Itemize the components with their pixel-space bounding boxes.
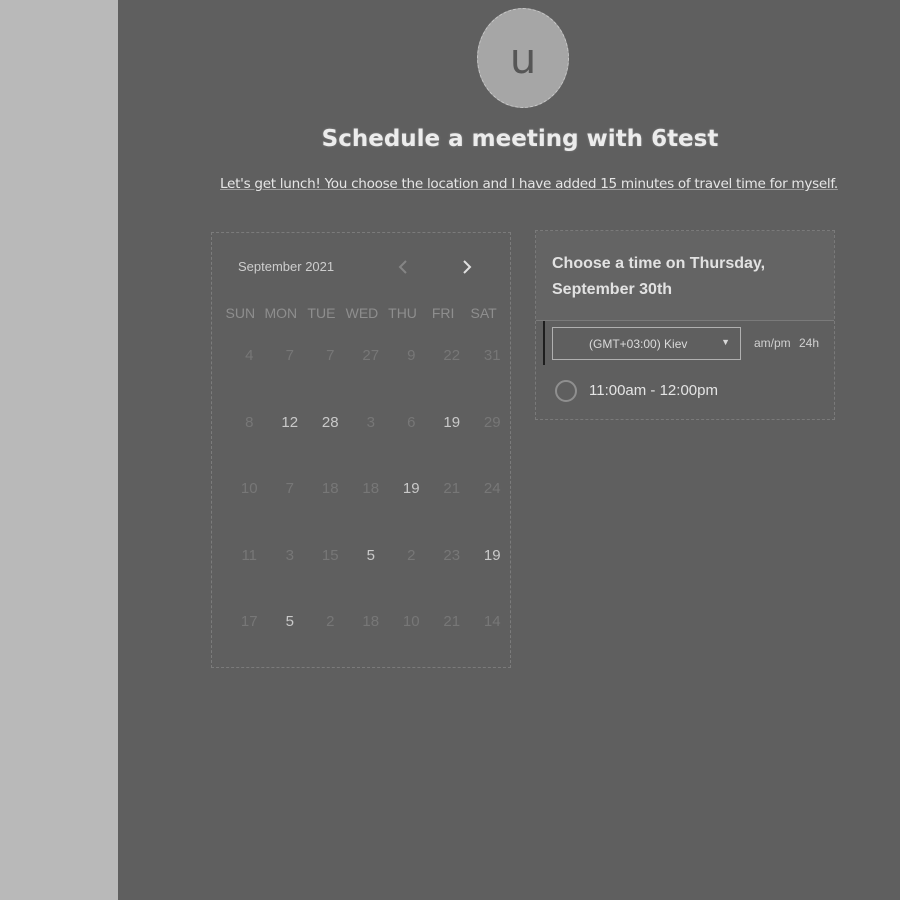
calendar-day: 17 (240, 613, 258, 630)
time-selection-panel: Choose a time on Thursday, September 30t… (535, 230, 835, 420)
calendar-day: 8 (245, 413, 254, 431)
calendar-day: 10 (402, 613, 420, 630)
time-slot-label[interactable]: 11:00am - 12:00pm (589, 382, 718, 399)
calendar-day: 22 (443, 347, 461, 364)
weekday-mon: MON (264, 305, 298, 321)
calendar-month-label: September 2021 (238, 259, 335, 274)
time-panel-header: Choose a time on Thursday, September 30t… (536, 231, 834, 321)
weekday-tue: TUE (307, 305, 336, 321)
text-cursor (543, 321, 545, 365)
weekday-thu: THU (388, 305, 417, 321)
page-subtitle: Let's get lunch! You choose the location… (220, 176, 838, 192)
calendar-day: 7 (285, 480, 294, 497)
format-ampm-toggle[interactable]: am/pm (754, 336, 791, 350)
calendar-day[interactable]: 12 (270, 408, 311, 475)
calendar-day: 7 (326, 347, 335, 364)
calendar-day: 10 (240, 480, 258, 497)
calendar-day: 3 (366, 413, 375, 431)
format-24h-toggle[interactable]: 24h (799, 336, 819, 350)
weekday-sun: SUN (225, 305, 256, 321)
chevron-left-icon[interactable] (394, 257, 412, 277)
timezone-value: (GMT+03:00) Kiev (589, 336, 688, 351)
calendar-day[interactable]: 5 (351, 541, 392, 608)
calendar-day: 4 (245, 347, 254, 364)
weekday-fri: FRI (431, 305, 455, 321)
time-panel-heading: Choose a time on Thursday, September 30t… (552, 255, 766, 298)
calendar-day: 18 (321, 480, 339, 497)
caret-down-icon: ▼ (721, 337, 730, 347)
calendar-day: 9 (407, 347, 416, 364)
calendar-day: 29 (483, 413, 501, 431)
calendar-day: 31 (483, 347, 501, 364)
calendar-day: 18 (362, 613, 380, 630)
calendar-day: 24 (483, 480, 501, 497)
calendar-day: 3 (285, 546, 294, 564)
left-sidebar (0, 0, 118, 900)
calendar-day: 2 (407, 546, 416, 564)
page-title: Schedule a meeting with 6test (321, 126, 719, 152)
avatar-letter: u (509, 33, 537, 83)
date-picker-calendar: September 2021 SUN MON TUE WED THU FRI S… (211, 232, 511, 668)
calendar-day: 7 (285, 347, 294, 364)
calendar-day: 14 (483, 613, 501, 630)
calendar-day[interactable]: 19 (391, 474, 432, 541)
calendar-day: 21 (443, 613, 461, 630)
calendar-day[interactable]: 19 (432, 408, 473, 475)
calendar-day: 11 (241, 546, 258, 564)
avatar: u (477, 8, 569, 108)
calendar-day: 18 (362, 480, 380, 497)
calendar-day: 2 (326, 613, 335, 630)
timezone-select[interactable]: (GMT+03:00) Kiev ▼ (552, 327, 741, 360)
calendar-day: 15 (321, 546, 339, 564)
weekday-sat: SAT (470, 305, 497, 321)
time-slot-radio[interactable] (555, 380, 577, 402)
calendar-day-grid: 4 7 7 27 9 22 31 8 12 28 3 6 19 29 10 7 18 18 19 21 24 11 3 15 5… (229, 341, 512, 674)
chevron-right-icon[interactable] (458, 257, 476, 277)
calendar-day[interactable]: 28 (310, 408, 351, 475)
weekday-wed: WED (345, 305, 379, 321)
calendar-day: 23 (443, 546, 461, 564)
calendar-day[interactable]: 5 (270, 607, 311, 674)
calendar-day: 21 (443, 480, 461, 497)
calendar-day: 27 (362, 347, 380, 364)
calendar-day: 6 (407, 413, 416, 431)
calendar-day[interactable]: 19 (472, 541, 513, 608)
calendar-weekday-header: SUN MON TUE WED THU FRI SAT (220, 305, 504, 325)
